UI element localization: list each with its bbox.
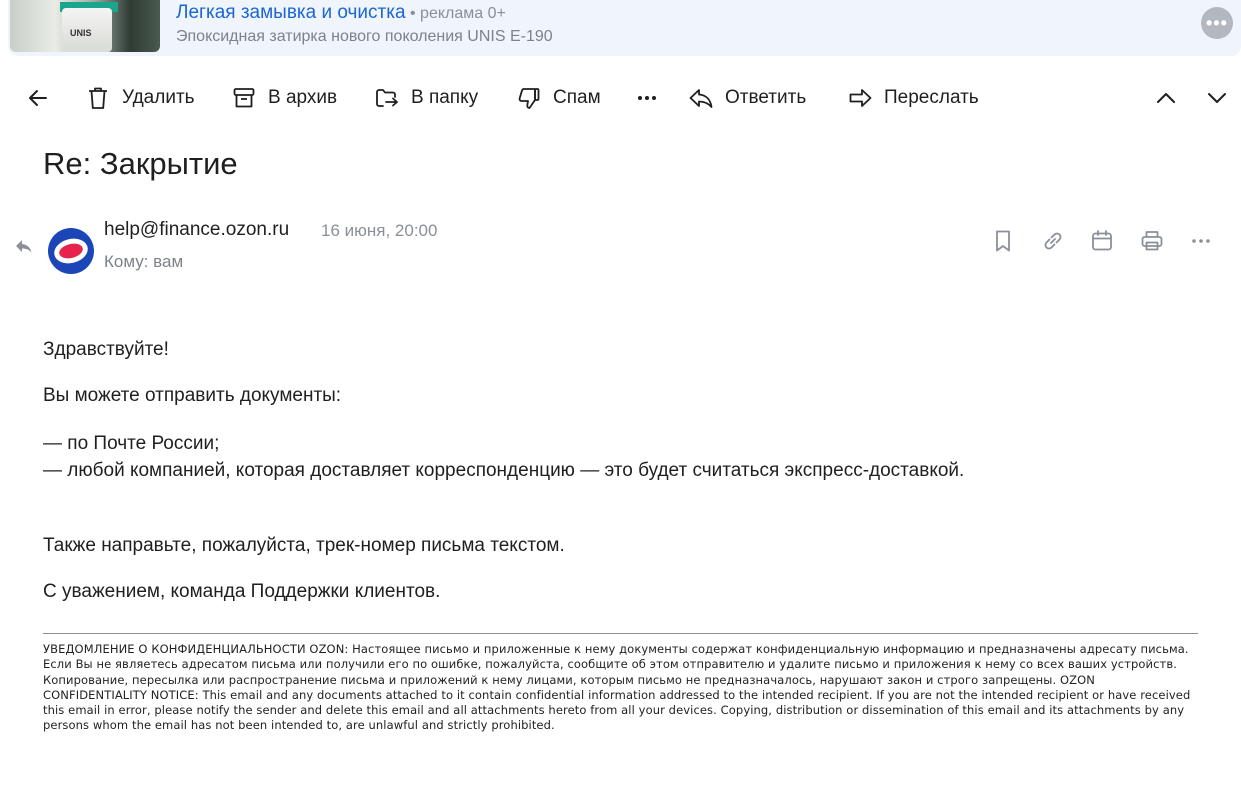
replied-indicator-icon — [16, 240, 32, 253]
chevron-down-icon — [1208, 93, 1226, 103]
ad-label: • реклама 0+ — [405, 5, 506, 22]
delete-label: Удалить — [122, 87, 195, 108]
more-actions-button[interactable] — [634, 82, 660, 114]
move-to-folder-icon — [376, 89, 398, 107]
thumbs-down-icon — [518, 88, 540, 109]
sender-address[interactable]: help@finance.ozon.ru — [104, 219, 289, 241]
more-dots-icon — [638, 96, 656, 100]
arrow-left-icon — [29, 90, 47, 106]
previous-message-button[interactable] — [1153, 82, 1179, 114]
message-subject: Re: Закрытие — [43, 146, 238, 181]
body-signature: С уважением, команда Поддержки клиентов. — [43, 581, 441, 602]
ad-title-text[interactable]: Легкая замывка и очистка — [176, 2, 406, 23]
reply-arrow-icon — [689, 89, 713, 108]
ad-subtitle[interactable]: Эпоксидная затирка нового поколения UNIS… — [176, 28, 553, 46]
ad-more-icon: ••• — [1206, 13, 1228, 33]
archive-box-icon — [233, 88, 255, 108]
ad-image-brand: UNIS — [70, 28, 92, 38]
bookmark-icon — [996, 230, 1010, 252]
message-date: 16 июня, 20:00 — [321, 221, 438, 240]
add-to-calendar-button[interactable] — [1089, 228, 1115, 254]
spam-label: Спам — [553, 87, 601, 108]
recipient-line[interactable]: Кому: вам — [104, 252, 183, 272]
reply-label: Ответить — [725, 87, 807, 108]
archive-label: В архив — [268, 87, 338, 108]
copy-link-button[interactable] — [1040, 228, 1066, 254]
forward-arrow-icon — [849, 89, 872, 107]
more-dots-icon — [1192, 239, 1210, 243]
message-toolbar: Удалить В архив В папку Спам Ответить Пе… — [0, 74, 1241, 122]
message-more-button[interactable] — [1188, 228, 1214, 254]
body-paragraph: Также направьте, пожалуйста, трек-номер … — [43, 535, 565, 556]
signature-divider — [43, 633, 1198, 634]
link-icon — [1044, 232, 1062, 250]
sender-avatar[interactable] — [48, 228, 94, 274]
confidentiality-notice: УВЕДОМЛЕНИЕ О КОНФИДЕНЦИАЛЬНОСТИ OZON: Н… — [43, 642, 1191, 733]
body-paragraph: Вы можете отправить документы: — [43, 385, 342, 406]
forward-button[interactable]: Переслать — [847, 82, 979, 114]
body-list-item: — по Почте России; — [43, 433, 220, 454]
print-button[interactable] — [1139, 228, 1165, 254]
archive-button[interactable]: В архив — [231, 82, 337, 114]
trash-icon — [89, 87, 107, 109]
ad-more-button[interactable]: ••• — [1201, 7, 1233, 39]
chevron-up-icon — [1157, 93, 1175, 103]
back-button[interactable] — [25, 82, 51, 114]
move-to-folder-button[interactable]: В папку — [374, 82, 478, 114]
spam-button[interactable]: Спам — [516, 82, 601, 114]
next-message-button[interactable] — [1204, 82, 1230, 114]
reply-button[interactable]: Ответить — [688, 82, 806, 114]
printer-icon — [1141, 231, 1163, 251]
delete-button[interactable]: Удалить — [85, 82, 195, 114]
ad-title[interactable]: Легкая замывка и очистка • реклама 0+ — [176, 2, 506, 24]
ad-image[interactable]: UNIS — [10, 0, 160, 52]
body-greeting: Здравствуйте! — [43, 339, 169, 360]
ad-banner[interactable]: UNIS Легкая замывка и очистка • реклама … — [8, 0, 1241, 56]
body-list-item: — любой компанией, которая доставляет ко… — [43, 460, 965, 481]
forward-label: Переслать — [884, 87, 979, 108]
bookmark-button[interactable] — [990, 228, 1016, 254]
calendar-icon — [1092, 230, 1112, 251]
move-to-folder-label: В папку — [411, 87, 479, 108]
